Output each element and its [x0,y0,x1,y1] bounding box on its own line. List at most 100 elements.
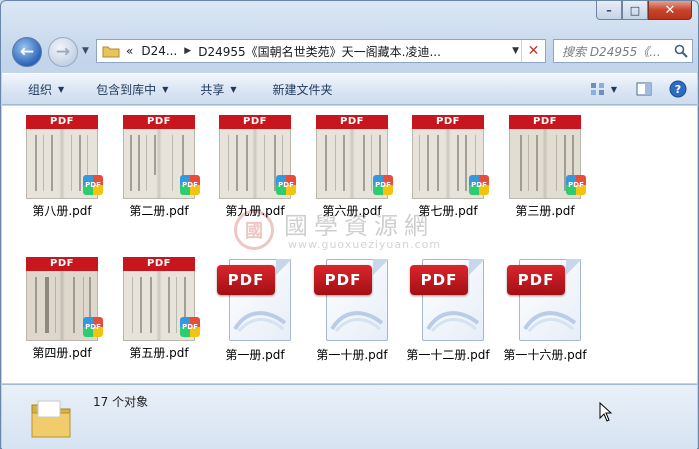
pdf-banner: PDF [219,115,291,129]
chevron-right-icon[interactable]: ▶ [184,46,191,56]
share-label: 共享 [200,82,225,97]
forward-button[interactable]: → [48,37,78,67]
file-item[interactable]: PDF PDF 第三册.pdf [495,115,595,219]
maximize-icon: □ [629,3,641,17]
file-item[interactable]: PDF PDF 第五册.pdf [109,257,209,361]
pdf-tag: PDF [217,265,275,295]
view-controls: ▼ ? [579,79,689,99]
minimize-button[interactable]: – [596,1,622,20]
pdf-app-icon: PDF [180,175,200,195]
status-bar: 17 个对象 [2,384,697,449]
chevron-down-icon: ▼ [162,84,169,94]
explorer-window: – □ ✕ ← → ▼ « D24... ▶ D24955《国朝名世类苑》天一阁… [0,0,699,449]
organize-label: 组织 [28,82,53,97]
pdf-file-icon: PDF [217,257,293,343]
breadcrumb-segment-2[interactable]: D24955《国朝名世类苑》天一阁藏本.凌迪... [198,43,498,60]
file-item[interactable]: PDF 第一十六册.pdf [495,257,595,363]
file-item[interactable]: PDF PDF 第四册.pdf [12,257,112,361]
chevron-down-icon[interactable]: ▼ [512,46,519,56]
file-item[interactable]: PDF PDF 第八册.pdf [12,115,112,219]
address-bar[interactable]: « D24... ▶ D24955《国朝名世类苑》天一阁藏本.凌迪... ▼ ✕ [96,39,546,63]
pdf-file-icon: PDF [314,257,390,343]
clear-address-button[interactable]: ✕ [521,40,545,62]
pdf-app-icon: PDF [180,317,200,337]
file-item[interactable]: PDF 第一册.pdf [205,257,305,363]
pdf-thumbnail: PDF PDF [26,115,103,199]
new-folder-button[interactable]: 新建文件夹 [251,81,347,98]
pdf-thumbnail: PDF PDF [509,115,586,199]
pdf-thumbnail: PDF PDF [316,115,393,199]
pdf-thumbnail: PDF PDF [123,257,200,341]
file-name: 第六册.pdf [322,204,382,218]
file-name: 第一册.pdf [225,348,285,362]
pdf-thumbnail: PDF PDF [412,115,489,199]
close-icon: ✕ [664,2,676,18]
file-list[interactable]: 國 國學資源網 www.guoxueziyuan.com PDF PDF 第八册… [2,106,697,383]
pdf-banner: PDF [509,115,581,129]
include-library-label: 包含到库中 [96,82,157,97]
file-item[interactable]: PDF PDF 第七册.pdf [398,115,498,219]
search-box[interactable]: 搜索 D24955《... [553,39,693,63]
arrow-right-icon: → [55,41,71,62]
file-item[interactable]: PDF PDF 第六册.pdf [302,115,402,219]
search-input[interactable]: 搜索 D24955《... [562,43,674,60]
pdf-app-icon: PDF [373,175,393,195]
file-name: 第二册.pdf [129,204,189,218]
chevron-down-icon: ▼ [58,84,65,94]
pdf-banner: PDF [26,115,98,129]
file-name: 第三册.pdf [515,204,575,218]
file-name: 第四册.pdf [32,346,92,360]
breadcrumb-segment-1[interactable]: D24... [141,44,177,58]
search-icon[interactable] [674,44,688,58]
watermark-url: www.guoxueziyuan.com [288,238,442,251]
folder-icon [31,400,71,438]
maximize-button[interactable]: □ [622,1,648,20]
pdf-app-icon: PDF [276,175,296,195]
file-name: 第八册.pdf [32,204,92,218]
file-item[interactable]: PDF PDF 第二册.pdf [109,115,209,219]
mouse-cursor-icon [599,402,613,422]
pdf-file-icon: PDF [410,257,486,343]
pdf-app-icon: PDF [566,175,586,195]
new-folder-label: 新建文件夹 [272,82,333,97]
pdf-tag: PDF [507,265,565,295]
pdf-banner: PDF [316,115,388,129]
preview-pane-button[interactable] [633,79,655,99]
help-button[interactable]: ? [667,79,689,99]
help-icon: ? [669,80,687,98]
pdf-banner: PDF [26,257,98,271]
arrow-left-icon: ← [19,41,35,62]
pdf-banner: PDF [123,257,195,271]
pdf-app-icon: PDF [83,175,103,195]
breadcrumb-prefix[interactable]: « [126,44,133,58]
recent-pages-dropdown[interactable]: ▼ [82,46,89,56]
file-name: 第九册.pdf [225,204,285,218]
svg-text:?: ? [675,83,681,96]
file-name: 第一十二册.pdf [406,348,490,362]
chevron-down-icon[interactable]: ▼ [611,85,617,94]
file-item[interactable]: PDF PDF 第九册.pdf [205,115,305,219]
include-in-library-button[interactable]: 包含到库中 ▼ [78,81,182,98]
share-button[interactable]: 共享 ▼ [182,81,250,98]
chevron-down-icon: ▼ [230,84,237,94]
back-button[interactable]: ← [12,37,42,67]
file-item[interactable]: PDF 第一十二册.pdf [398,257,498,363]
navigation-bar: ← → ▼ « D24... ▶ D24955《国朝名世类苑》天一阁藏本.凌迪.… [1,31,698,71]
pdf-thumbnail: PDF PDF [123,115,200,199]
organize-button[interactable]: 组织 ▼ [2,81,78,98]
item-count: 17 个对象 [93,395,149,409]
view-grid-icon [590,83,604,95]
pdf-tag: PDF [410,265,468,295]
preview-pane-icon [636,82,652,96]
close-button[interactable]: ✕ [648,1,692,20]
file-name: 第五册.pdf [129,346,189,360]
pdf-banner: PDF [123,115,195,129]
pdf-tag: PDF [314,265,372,295]
file-item[interactable]: PDF 第一十册.pdf [302,257,402,363]
folder-icon [102,46,120,58]
pdf-app-icon: PDF [83,317,103,337]
file-name: 第七册.pdf [418,204,478,218]
pdf-app-icon: PDF [469,175,489,195]
pdf-banner: PDF [412,115,484,129]
change-view-button[interactable] [587,79,609,99]
